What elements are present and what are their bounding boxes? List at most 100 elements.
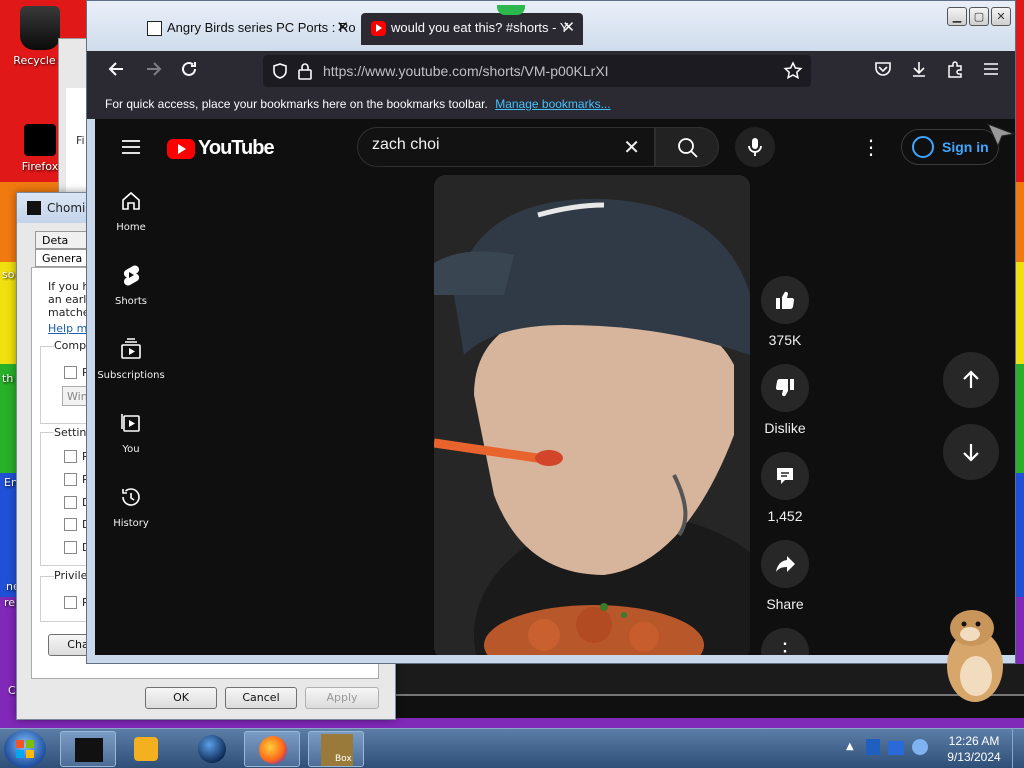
setting-checkbox-2[interactable] (64, 473, 77, 486)
youtube-favicon-icon (371, 21, 386, 36)
navigation-toolbar: https://www.youtube.com/shorts/VM-p00KLr… (87, 51, 1015, 91)
back-icon[interactable] (105, 59, 129, 83)
downloads-icon[interactable] (907, 59, 931, 83)
next-short-button[interactable] (943, 424, 999, 480)
lock-icon[interactable] (297, 62, 313, 83)
dislike-button[interactable] (761, 364, 809, 412)
taskbar-app-terminal[interactable] (60, 731, 116, 767)
share-icon (776, 556, 795, 572)
start-button[interactable] (4, 730, 46, 768)
share-action[interactable]: Share (753, 540, 817, 612)
sidebar-item-history[interactable]: History (95, 471, 167, 545)
forward-icon[interactable] (141, 59, 165, 83)
youtube-logo-icon (167, 138, 195, 159)
manage-bookmarks-link[interactable]: Manage bookmarks... (495, 97, 610, 111)
voice-search-button[interactable] (735, 127, 775, 167)
search-box[interactable]: ✕ (357, 127, 655, 167)
maximize-button[interactable]: ▢ (969, 7, 989, 26)
sidebar-item-you[interactable]: You (95, 397, 167, 471)
setting-checkbox-5[interactable] (64, 541, 77, 554)
compat-mode-checkbox[interactable] (64, 366, 77, 379)
history-icon (122, 488, 140, 506)
tray-network-icon[interactable] (888, 741, 904, 755)
dialog-help-link[interactable]: Help m (48, 322, 87, 335)
sidebar-item-home[interactable]: Home (95, 175, 167, 249)
search-input[interactable] (372, 136, 612, 154)
search-button[interactable] (655, 127, 719, 167)
tab-angry-birds-label: Angry Birds series PC Ports : Ro (167, 20, 356, 35)
close-tab-icon[interactable]: ✕ (336, 18, 349, 36)
cancel-button-label: Cancel (242, 691, 280, 704)
tab-youtube-short[interactable]: would you eat this? #shorts - Y ✕ (361, 13, 583, 45)
system-clock[interactable]: 12:26 AM 9/13/2024 (938, 733, 1010, 765)
previous-short-button[interactable] (943, 352, 999, 408)
thumbs-down-icon (775, 378, 794, 397)
sidebar-item-shorts[interactable]: Shorts (95, 249, 167, 323)
clear-search-icon[interactable]: ✕ (623, 135, 640, 159)
guide-menu-icon[interactable] (119, 135, 143, 162)
desktop-fragment-fi: Fi (76, 134, 85, 147)
arrow-down-icon (963, 444, 979, 462)
home-icon (122, 191, 140, 210)
more-options-icon[interactable]: ⋮ (859, 135, 883, 159)
tracking-protection-icon[interactable] (271, 62, 289, 83)
apply-button[interactable]: Apply (305, 687, 379, 709)
ok-button[interactable]: OK (145, 687, 217, 709)
youtube-logo-text: YouTube (198, 137, 275, 159)
like-action[interactable]: 375K (753, 276, 817, 348)
minimize-button[interactable]: ▁ (947, 7, 967, 26)
cancel-button[interactable]: Cancel (225, 687, 297, 709)
extensions-icon[interactable] (943, 59, 967, 83)
firefox-window[interactable]: Angry Birds series PC Ports : Ro ✕ would… (86, 0, 1016, 664)
dialog-app-icon (27, 201, 41, 215)
setting-checkbox-1[interactable] (64, 450, 77, 463)
youtube-logo[interactable]: YouTube (167, 137, 275, 160)
close-tab-icon[interactable]: ✕ (562, 18, 575, 36)
tray-volume-icon[interactable] (912, 739, 928, 755)
microphone-icon (748, 138, 762, 156)
sidebar-label-subscriptions: Subscriptions (97, 370, 165, 381)
thumbs-up-icon (776, 291, 795, 310)
cursor-arrow-icon (986, 122, 1016, 148)
desktop-fragment-re: re (4, 596, 16, 609)
share-button[interactable] (761, 540, 809, 588)
address-bar[interactable]: https://www.youtube.com/shorts/VM-p00KLr… (263, 55, 811, 87)
menu-hamburger-icon[interactable] (979, 59, 1003, 83)
url-text[interactable]: https://www.youtube.com/shorts/VM-p00KLr… (323, 63, 609, 79)
sign-in-button[interactable]: Sign in (901, 129, 999, 165)
setting-checkbox-3[interactable] (64, 496, 77, 509)
close-window-button[interactable]: ✕ (991, 7, 1011, 26)
recycle-bin-icon (20, 6, 60, 50)
dislike-action[interactable]: Dislike (753, 364, 817, 436)
privilege-checkbox[interactable] (64, 596, 77, 609)
shorts-video-player[interactable] (434, 175, 750, 655)
subscriptions-icon (121, 338, 141, 359)
tray-flag-icon[interactable] (866, 739, 880, 755)
search-icon (678, 138, 698, 158)
more-vertical-icon: ⋮ (774, 638, 796, 655)
taskbar-app-globe[interactable] (184, 731, 240, 767)
account-circle-icon (912, 136, 934, 158)
more-actions-button[interactable]: ⋮ (761, 628, 809, 655)
arrow-up-icon (963, 370, 979, 388)
taskbar-app-media-player[interactable] (120, 731, 176, 767)
show-hidden-icons-icon[interactable]: ▲ (846, 741, 854, 752)
comments-button[interactable] (761, 452, 809, 500)
bookmark-star-icon[interactable] (783, 61, 803, 84)
sidebar-item-subscriptions[interactable]: Subscriptions (95, 323, 167, 397)
taskbar-app-box[interactable]: Box (308, 731, 364, 767)
dark-window-strip-lower (394, 694, 1024, 718)
reload-icon[interactable] (177, 59, 201, 83)
tab-angry-birds[interactable]: Angry Birds series PC Ports : Ro ✕ (137, 13, 357, 45)
comments-action[interactable]: 1,452 (753, 452, 817, 524)
setting-checkbox-4[interactable] (64, 518, 77, 531)
globe-icon (198, 735, 226, 763)
comment-count: 1,452 (767, 508, 803, 524)
pocket-icon[interactable] (871, 59, 895, 83)
show-desktop-button[interactable] (1012, 729, 1024, 768)
windows-logo-icon (16, 740, 34, 758)
more-actions[interactable]: ⋮ (753, 628, 817, 655)
like-button[interactable] (761, 276, 809, 324)
sidebar-label-shorts: Shorts (114, 296, 148, 307)
taskbar-app-firefox[interactable] (244, 731, 300, 767)
